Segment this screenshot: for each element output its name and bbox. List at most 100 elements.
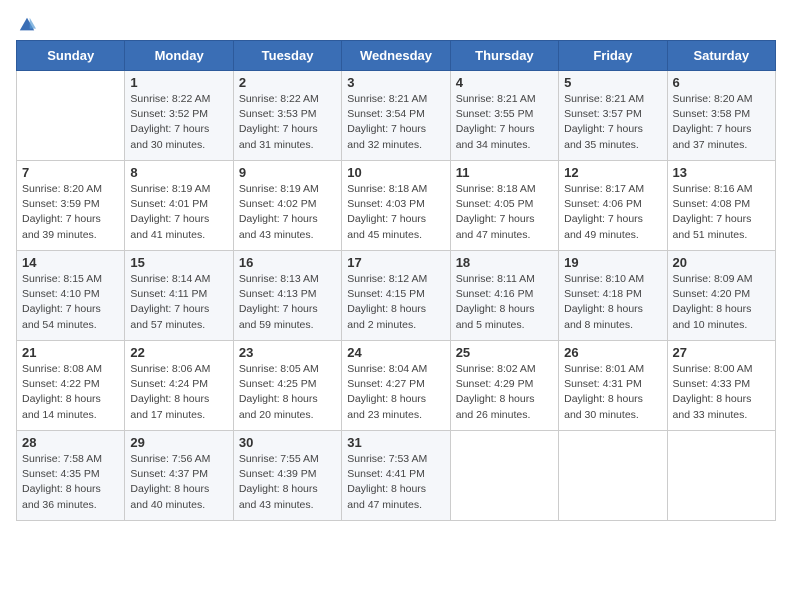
calendar-cell: 1 Sunrise: 8:22 AM Sunset: 3:52 PM Daylig… [125,71,233,161]
day-number: 29 [130,435,227,450]
day-number: 30 [239,435,336,450]
logo [16,16,36,30]
calendar-cell: 10 Sunrise: 8:18 AM Sunset: 4:03 PM Dayli… [342,161,450,251]
day-detail: Sunrise: 8:13 AM Sunset: 4:13 PM Dayligh… [239,272,336,333]
day-number: 15 [130,255,227,270]
calendar-cell: 18 Sunrise: 8:11 AM Sunset: 4:16 PM Dayli… [450,251,558,341]
calendar-cell: 7 Sunrise: 8:20 AM Sunset: 3:59 PM Daylig… [17,161,125,251]
day-number: 18 [456,255,553,270]
day-number: 10 [347,165,444,180]
calendar-cell: 16 Sunrise: 8:13 AM Sunset: 4:13 PM Dayli… [233,251,341,341]
day-number: 27 [673,345,770,360]
calendar-cell: 20 Sunrise: 8:09 AM Sunset: 4:20 PM Dayli… [667,251,775,341]
day-number: 20 [673,255,770,270]
day-number: 11 [456,165,553,180]
calendar-cell: 26 Sunrise: 8:01 AM Sunset: 4:31 PM Dayli… [559,341,667,431]
calendar-week-row: 7 Sunrise: 8:20 AM Sunset: 3:59 PM Daylig… [17,161,776,251]
calendar-cell: 6Sunrise: 8:20 AM Sunset: 3:58 PM Daylig… [667,71,775,161]
calendar-header-row: SundayMondayTuesdayWednesdayThursdayFrid… [17,41,776,71]
day-detail: Sunrise: 8:00 AM Sunset: 4:33 PM Dayligh… [673,362,770,423]
calendar-cell: 28 Sunrise: 7:58 AM Sunset: 4:35 PM Dayli… [17,431,125,521]
calendar-week-row: 21 Sunrise: 8:08 AM Sunset: 4:22 PM Dayli… [17,341,776,431]
day-number: 14 [22,255,119,270]
calendar-cell: 27 Sunrise: 8:00 AM Sunset: 4:33 PM Dayli… [667,341,775,431]
day-detail: Sunrise: 8:14 AM Sunset: 4:11 PM Dayligh… [130,272,227,333]
calendar-week-row: 1 Sunrise: 8:22 AM Sunset: 3:52 PM Daylig… [17,71,776,161]
day-detail: Sunrise: 8:21 AM Sunset: 3:57 PM Dayligh… [564,92,661,153]
day-detail: Sunrise: 8:09 AM Sunset: 4:20 PM Dayligh… [673,272,770,333]
calendar-cell: 13 Sunrise: 8:16 AM Sunset: 4:08 PM Dayli… [667,161,775,251]
day-detail: Sunrise: 8:10 AM Sunset: 4:18 PM Dayligh… [564,272,661,333]
day-number: 16 [239,255,336,270]
day-detail: Sunrise: 8:22 AM Sunset: 3:53 PM Dayligh… [239,92,336,153]
day-detail: Sunrise: 8:08 AM Sunset: 4:22 PM Dayligh… [22,362,119,423]
day-number: 28 [22,435,119,450]
calendar-cell: 31 Sunrise: 7:53 AM Sunset: 4:41 PM Dayli… [342,431,450,521]
day-detail: Sunrise: 8:11 AM Sunset: 4:16 PM Dayligh… [456,272,553,333]
calendar-cell: 24 Sunrise: 8:04 AM Sunset: 4:27 PM Dayli… [342,341,450,431]
day-detail: Sunrise: 8:22 AM Sunset: 3:52 PM Dayligh… [130,92,227,153]
calendar-cell: 5 Sunrise: 8:21 AM Sunset: 3:57 PM Daylig… [559,71,667,161]
day-detail: Sunrise: 7:58 AM Sunset: 4:35 PM Dayligh… [22,452,119,513]
day-header-monday: Monday [125,41,233,71]
day-number: 13 [673,165,770,180]
day-number: 22 [130,345,227,360]
day-detail: Sunrise: 8:20 AM Sunset: 3:59 PM Dayligh… [22,182,119,243]
day-number: 1 [130,75,227,90]
day-detail: Sunrise: 8:12 AM Sunset: 4:15 PM Dayligh… [347,272,444,333]
day-number: 7 [22,165,119,180]
day-number: 21 [22,345,119,360]
calendar-cell: 21 Sunrise: 8:08 AM Sunset: 4:22 PM Dayli… [17,341,125,431]
day-detail: Sunrise: 8:18 AM Sunset: 4:03 PM Dayligh… [347,182,444,243]
day-detail: Sunrise: 8:05 AM Sunset: 4:25 PM Dayligh… [239,362,336,423]
day-number: 24 [347,345,444,360]
day-header-saturday: Saturday [667,41,775,71]
calendar-body: 1 Sunrise: 8:22 AM Sunset: 3:52 PM Daylig… [17,71,776,521]
day-number: 5 [564,75,661,90]
day-detail: Sunrise: 8:21 AM Sunset: 3:54 PM Dayligh… [347,92,444,153]
day-detail: Sunrise: 8:19 AM Sunset: 4:01 PM Dayligh… [130,182,227,243]
calendar-cell: 23 Sunrise: 8:05 AM Sunset: 4:25 PM Dayli… [233,341,341,431]
day-detail: Sunrise: 8:17 AM Sunset: 4:06 PM Dayligh… [564,182,661,243]
day-number: 26 [564,345,661,360]
calendar-cell: 2 Sunrise: 8:22 AM Sunset: 3:53 PM Daylig… [233,71,341,161]
day-number: 2 [239,75,336,90]
day-detail: Sunrise: 8:06 AM Sunset: 4:24 PM Dayligh… [130,362,227,423]
day-detail: Sunrise: 7:55 AM Sunset: 4:39 PM Dayligh… [239,452,336,513]
day-number: 4 [456,75,553,90]
day-number: 8 [130,165,227,180]
calendar-cell: 17Sunrise: 8:12 AM Sunset: 4:15 PM Dayli… [342,251,450,341]
logo-icon [18,16,36,34]
calendar-week-row: 28 Sunrise: 7:58 AM Sunset: 4:35 PM Dayli… [17,431,776,521]
calendar-cell: 9Sunrise: 8:19 AM Sunset: 4:02 PM Daylig… [233,161,341,251]
day-detail: Sunrise: 8:18 AM Sunset: 4:05 PM Dayligh… [456,182,553,243]
day-detail: Sunrise: 8:15 AM Sunset: 4:10 PM Dayligh… [22,272,119,333]
day-number: 12 [564,165,661,180]
calendar-cell [667,431,775,521]
calendar-cell: 29 Sunrise: 7:56 AM Sunset: 4:37 PM Dayli… [125,431,233,521]
day-header-wednesday: Wednesday [342,41,450,71]
day-detail: Sunrise: 7:53 AM Sunset: 4:41 PM Dayligh… [347,452,444,513]
day-detail: Sunrise: 7:56 AM Sunset: 4:37 PM Dayligh… [130,452,227,513]
calendar-cell [450,431,558,521]
page-header [16,16,776,30]
calendar-cell: 19Sunrise: 8:10 AM Sunset: 4:18 PM Dayli… [559,251,667,341]
day-header-thursday: Thursday [450,41,558,71]
day-number: 25 [456,345,553,360]
day-number: 31 [347,435,444,450]
day-detail: Sunrise: 8:04 AM Sunset: 4:27 PM Dayligh… [347,362,444,423]
calendar-cell: 15 Sunrise: 8:14 AM Sunset: 4:11 PM Dayli… [125,251,233,341]
day-detail: Sunrise: 8:20 AM Sunset: 3:58 PM Dayligh… [673,92,770,153]
calendar-cell: 14 Sunrise: 8:15 AM Sunset: 4:10 PM Dayli… [17,251,125,341]
calendar-cell: 11 Sunrise: 8:18 AM Sunset: 4:05 PM Dayli… [450,161,558,251]
calendar-cell: 22 Sunrise: 8:06 AM Sunset: 4:24 PM Dayli… [125,341,233,431]
calendar-table: SundayMondayTuesdayWednesdayThursdayFrid… [16,40,776,521]
day-header-friday: Friday [559,41,667,71]
calendar-cell: 30 Sunrise: 7:55 AM Sunset: 4:39 PM Dayli… [233,431,341,521]
day-number: 23 [239,345,336,360]
day-header-sunday: Sunday [17,41,125,71]
calendar-cell: 25Sunrise: 8:02 AM Sunset: 4:29 PM Dayli… [450,341,558,431]
day-number: 3 [347,75,444,90]
day-detail: Sunrise: 8:16 AM Sunset: 4:08 PM Dayligh… [673,182,770,243]
day-detail: Sunrise: 8:01 AM Sunset: 4:31 PM Dayligh… [564,362,661,423]
